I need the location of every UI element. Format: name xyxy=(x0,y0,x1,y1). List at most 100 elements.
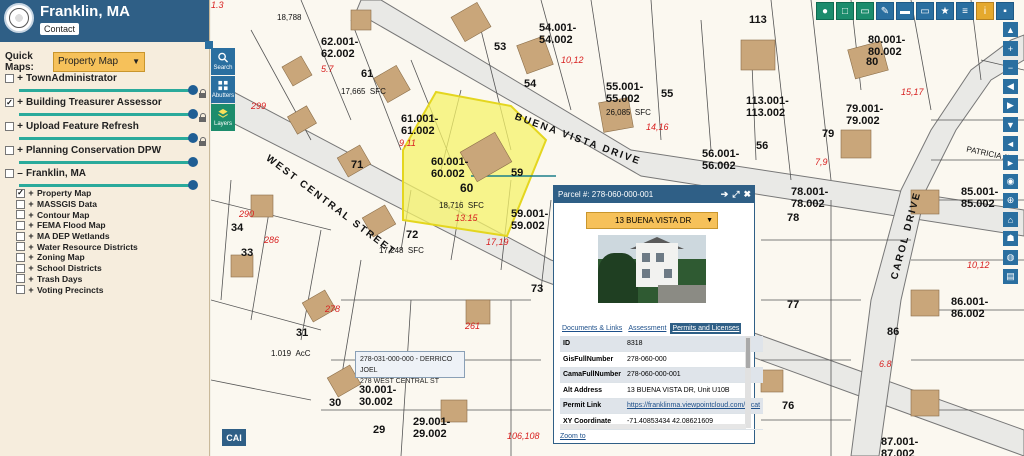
sublayer-checkbox[interactable] xyxy=(16,199,25,209)
info-icon[interactable]: i xyxy=(976,2,994,20)
opacity-slider[interactable] xyxy=(19,85,206,98)
parcel-label: 61.001- 61.002 xyxy=(401,113,439,137)
sublayer-contour-map[interactable]: + Contour Map xyxy=(16,209,166,220)
sublayer-voting-precincts[interactable]: + Voting Precincts xyxy=(16,284,166,295)
quick-maps-select[interactable]: Property Map ▼ xyxy=(53,52,145,72)
expand-icon[interactable]: + xyxy=(28,188,34,198)
lock-icon xyxy=(199,113,207,122)
slider-knob[interactable] xyxy=(188,157,198,167)
expand-icon[interactable]: + xyxy=(16,145,24,156)
user-icon[interactable]: ● xyxy=(816,2,834,20)
expand-icon[interactable]: ⤢ xyxy=(732,189,739,200)
select-icon[interactable]: □ xyxy=(836,2,854,20)
expand-icon[interactable]: + xyxy=(28,210,34,220)
sublayer-checkbox[interactable] xyxy=(16,285,25,295)
sublayer-checkbox[interactable] xyxy=(16,252,25,262)
measure-icon[interactable]: ✎ xyxy=(876,2,894,20)
tab-permits-licenses[interactable]: Permits and Licenses xyxy=(670,323,742,334)
sublayer-school-districts[interactable]: + School Districts xyxy=(16,263,166,274)
expand-icon[interactable]: + xyxy=(16,97,24,108)
sublayer-checkbox[interactable]: ✓ xyxy=(16,188,25,198)
selected-parcel-label[interactable]: 60.001- 60.002 xyxy=(431,156,468,180)
pan-right-icon[interactable]: ▶ xyxy=(1003,98,1018,113)
sublayer-checkbox[interactable] xyxy=(16,231,25,241)
opacity-slider[interactable] xyxy=(19,109,206,122)
sublayer-checkbox[interactable] xyxy=(16,220,25,230)
close-icon[interactable]: ✖ xyxy=(743,189,751,200)
layer-checkbox[interactable] xyxy=(5,122,14,131)
layer-checkbox[interactable] xyxy=(5,169,14,178)
table-row: ID 8318 xyxy=(560,336,764,352)
zoom-out-icon[interactable]: − xyxy=(1003,60,1018,75)
bookmark-star-icon[interactable]: ★ xyxy=(936,2,954,20)
previous-extent-icon[interactable]: ◄ xyxy=(1003,136,1018,151)
draw-icon[interactable]: ▬ xyxy=(896,2,914,20)
layer-checkbox[interactable]: ✓ xyxy=(5,98,14,107)
expand-icon[interactable]: + xyxy=(28,285,34,295)
expand-icon[interactable]: + xyxy=(28,220,34,230)
opacity-slider[interactable] xyxy=(19,157,198,167)
sublayer-checkbox[interactable] xyxy=(16,210,25,220)
globe-icon[interactable]: ◍ xyxy=(1003,250,1018,265)
sublayer-zoning-map[interactable]: + Zoning Map xyxy=(16,252,166,263)
sublayer-checkbox[interactable] xyxy=(16,263,25,273)
collapse-icon[interactable]: – xyxy=(16,168,24,179)
pan-left-icon[interactable]: ◀ xyxy=(1003,79,1018,94)
slider-knob[interactable] xyxy=(188,109,198,119)
sublayer-ma-dep-wetlands[interactable]: + MA DEP Wetlands xyxy=(16,231,166,242)
tab-assessment[interactable]: Assessment xyxy=(626,323,668,334)
search-tool-button[interactable]: Search xyxy=(211,48,235,75)
opacity-slider[interactable] xyxy=(19,180,198,190)
expand-icon[interactable]: + xyxy=(16,73,24,84)
layer-group-label: Upload Feature Refresh xyxy=(26,121,139,132)
layer-checkbox[interactable] xyxy=(5,74,14,83)
next-extent-icon[interactable]: ► xyxy=(1003,155,1018,170)
sublayer-property-map[interactable]: ✓ + Property Map xyxy=(16,188,166,199)
expand-icon[interactable]: + xyxy=(28,274,34,284)
sublayer-trash-days[interactable]: + Trash Days xyxy=(16,274,166,285)
trash-icon[interactable]: ▪ xyxy=(996,2,1014,20)
print-map-icon[interactable]: ▤ xyxy=(1003,269,1018,284)
home-icon[interactable]: ⌂ xyxy=(1003,212,1018,227)
sublayer-checkbox[interactable] xyxy=(16,242,25,252)
parcel-address: 14,16 xyxy=(646,122,669,132)
parcel-address: 290 xyxy=(239,209,255,219)
expand-icon[interactable]: + xyxy=(28,231,34,241)
zoom-to-link[interactable]: Zoom to xyxy=(560,433,586,440)
popup-scrollbar[interactable] xyxy=(745,336,751,428)
layers-toggle-icon[interactable]: ≡ xyxy=(956,2,974,20)
sublayer-massgis-data[interactable]: + MASSGIS Data xyxy=(16,199,166,210)
layers-tool-button[interactable]: Layers xyxy=(211,104,235,131)
layer-checkbox[interactable] xyxy=(5,146,14,155)
pan-down-icon[interactable]: ▼ xyxy=(1003,117,1018,132)
next-arrow-icon[interactable]: ➔ xyxy=(721,189,729,200)
street-view-icon[interactable]: ☗ xyxy=(1003,231,1018,246)
zoom-in-icon[interactable]: + xyxy=(1003,41,1018,56)
full-extent-icon[interactable]: ◉ xyxy=(1003,174,1018,189)
sublayer-checkbox[interactable] xyxy=(16,274,25,284)
sublayer-water-resource-districts[interactable]: + Water Resource Districts xyxy=(16,241,166,252)
expand-icon[interactable]: + xyxy=(28,252,34,262)
tab-documents-links[interactable]: Documents & Links xyxy=(560,323,624,334)
abutters-tool-button[interactable]: Abutters xyxy=(211,76,235,103)
slider-knob[interactable] xyxy=(188,180,198,190)
expand-icon[interactable]: + xyxy=(28,199,34,209)
sublayer-fema-flood-map[interactable]: + FEMA Flood Map xyxy=(16,220,166,231)
address-select[interactable]: 13 BUENA VISTA DR ▼ xyxy=(586,212,718,229)
opacity-slider[interactable] xyxy=(19,133,206,146)
zoom-box-icon[interactable]: ⊕ xyxy=(1003,193,1018,208)
parcel-address: 9,11 xyxy=(399,138,416,148)
slider-knob[interactable] xyxy=(188,85,198,95)
expand-icon[interactable]: + xyxy=(28,242,34,252)
row-key: ID xyxy=(560,336,624,352)
popup-horizontal-scrollbar[interactable] xyxy=(560,424,746,429)
slider-knob[interactable] xyxy=(188,133,198,143)
permit-link[interactable]: https://franklinma.viewpointcloud.com/lo… xyxy=(627,402,760,409)
pan-up-icon[interactable]: ▲ xyxy=(1003,22,1018,37)
print-icon[interactable]: ▭ xyxy=(856,2,874,20)
popup-tabs: Documents & Links Assessment Permits and… xyxy=(560,323,742,334)
markup-icon[interactable]: ▭ xyxy=(916,2,934,20)
contact-button[interactable]: Contact xyxy=(40,23,80,35)
expand-icon[interactable]: + xyxy=(16,121,24,132)
expand-icon[interactable]: + xyxy=(28,263,34,273)
